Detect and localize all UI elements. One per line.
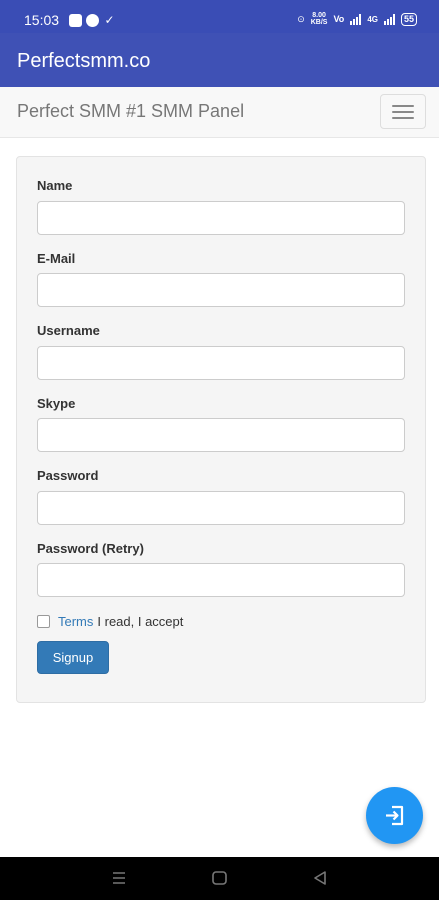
site-navbar: Perfect SMM #1 SMM Panel [0, 87, 439, 138]
system-status-icons: ⊙ 8.00 KB/S Vo 4G 55 [297, 12, 417, 26]
status-bar: 15:03 ✓ ⊙ 8.00 KB/S Vo 4G 55 [0, 0, 439, 33]
signal-icon-2 [383, 13, 395, 25]
password-retry-label: Password (Retry) [37, 541, 144, 556]
volte-indicator: Vo [333, 14, 345, 24]
username-field[interactable] [37, 346, 405, 380]
terms-text: I read, I accept [97, 613, 184, 629]
password-retry-field[interactable] [37, 563, 405, 597]
email-label: E-Mail [37, 251, 76, 266]
hamburger-icon [392, 105, 414, 107]
app-title: Perfectsmm.co [17, 50, 151, 72]
signal-icon [350, 13, 362, 25]
signup-form: Name E-Mail Username Skype Password Pass… [16, 156, 426, 703]
email-field[interactable] [37, 273, 405, 307]
password-label: Password [37, 468, 99, 483]
messenger-notification-icon [69, 14, 82, 27]
login-icon [386, 805, 404, 826]
network-type: 4G [367, 14, 378, 24]
home-icon[interactable] [212, 871, 227, 885]
battery-icon: 55 [400, 12, 417, 26]
name-label: Name [37, 178, 73, 193]
login-fab-button[interactable] [366, 787, 423, 844]
back-icon[interactable] [313, 871, 327, 885]
alarm-icon: ⊙ [297, 13, 305, 24]
terms-row: Terms I read, I accept [37, 612, 183, 630]
username-label: Username [37, 323, 100, 338]
skype-label: Skype [37, 396, 76, 411]
notification-icons: ✓ [69, 14, 116, 27]
cloud-notification-icon [86, 14, 99, 27]
system-nav-bar [0, 857, 439, 900]
app-bar: Perfectsmm.co [0, 33, 439, 87]
status-time: 15:03 [24, 12, 60, 28]
terms-checkbox[interactable] [37, 614, 50, 628]
password-field[interactable] [37, 491, 405, 525]
name-field[interactable] [37, 201, 405, 235]
net-speed: 8.00 KB/S [310, 12, 328, 26]
skype-field[interactable] [37, 418, 405, 452]
navbar-brand[interactable]: Perfect SMM #1 SMM Panel [17, 101, 244, 121]
signup-button[interactable]: Signup [37, 641, 109, 674]
terms-link[interactable]: Terms [58, 614, 93, 629]
menu-toggle-button[interactable] [380, 94, 426, 129]
recent-apps-icon[interactable] [112, 871, 126, 885]
download-notification-icon: ✓ [104, 13, 115, 27]
